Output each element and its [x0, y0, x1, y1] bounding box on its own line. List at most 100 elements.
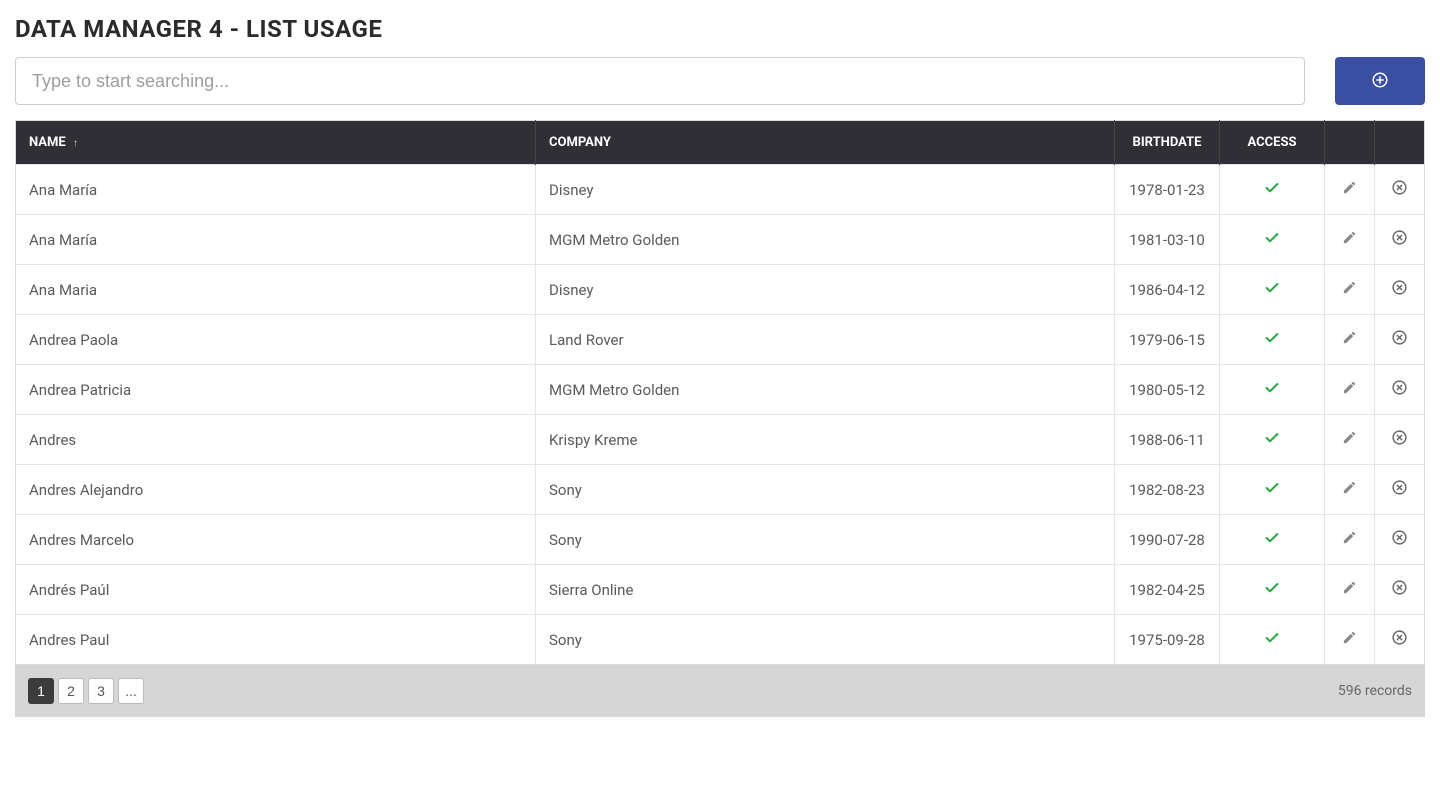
pencil-icon [1342, 631, 1357, 649]
cell-company: Sony [536, 615, 1115, 665]
search-input[interactable] [15, 57, 1305, 105]
table-row: Andres PaulSony1975-09-28 [16, 615, 1425, 665]
edit-button[interactable] [1325, 565, 1375, 615]
check-icon [1264, 282, 1280, 300]
x-circle-icon [1391, 232, 1408, 250]
cell-name: Andrea Paola [16, 315, 536, 365]
cell-access [1220, 615, 1325, 665]
page-button[interactable]: 3 [88, 678, 114, 704]
delete-button[interactable] [1375, 215, 1425, 265]
check-icon [1264, 232, 1280, 250]
column-label: Name [29, 135, 66, 150]
delete-button[interactable] [1375, 615, 1425, 665]
delete-button[interactable] [1375, 465, 1425, 515]
delete-button[interactable] [1375, 365, 1425, 415]
x-circle-icon [1391, 582, 1408, 600]
edit-button[interactable] [1325, 415, 1375, 465]
record-count: 596 records [1338, 683, 1412, 699]
cell-birthdate: 1979-06-15 [1115, 315, 1220, 365]
column-header-company[interactable]: Company [536, 121, 1115, 165]
edit-button[interactable] [1325, 315, 1375, 365]
table-row: Andres MarceloSony1990-07-28 [16, 515, 1425, 565]
cell-access [1220, 165, 1325, 215]
table-footer: 123... 596 records [15, 665, 1425, 717]
column-label: Company [549, 135, 611, 150]
table-row: Andrés PaúlSierra Online1982-04-25 [16, 565, 1425, 615]
cell-birthdate: 1990-07-28 [1115, 515, 1220, 565]
x-circle-icon [1391, 482, 1408, 500]
cell-name: Andrea Patricia [16, 365, 536, 415]
cell-birthdate: 1980-05-12 [1115, 365, 1220, 415]
cell-company: Disney [536, 165, 1115, 215]
pencil-icon [1342, 581, 1357, 599]
page-button[interactable]: 2 [58, 678, 84, 704]
cell-access [1220, 515, 1325, 565]
cell-access [1220, 565, 1325, 615]
pagination: 123... [28, 678, 144, 704]
plus-circle-icon [1371, 71, 1389, 92]
cell-name: Andrés Paúl [16, 565, 536, 615]
edit-button[interactable] [1325, 215, 1375, 265]
add-button[interactable] [1335, 57, 1425, 105]
column-header-birthdate[interactable]: Birthdate [1115, 121, 1220, 165]
pencil-icon [1342, 281, 1357, 299]
table-row: Ana MaríaMGM Metro Golden1981-03-10 [16, 215, 1425, 265]
page-button[interactable]: 1 [28, 678, 54, 704]
column-header-access[interactable]: Access [1220, 121, 1325, 165]
page-button[interactable]: ... [118, 678, 144, 704]
edit-button[interactable] [1325, 365, 1375, 415]
column-header-name[interactable]: Name ↑ [16, 121, 536, 165]
x-circle-icon [1391, 282, 1408, 300]
check-icon [1264, 432, 1280, 450]
cell-birthdate: 1982-04-25 [1115, 565, 1220, 615]
delete-button[interactable] [1375, 165, 1425, 215]
cell-birthdate: 1982-08-23 [1115, 465, 1220, 515]
cell-name: Ana Maria [16, 265, 536, 315]
cell-name: Ana María [16, 215, 536, 265]
cell-access [1220, 315, 1325, 365]
edit-button[interactable] [1325, 515, 1375, 565]
delete-button[interactable] [1375, 565, 1425, 615]
x-circle-icon [1391, 632, 1408, 650]
cell-name: Andres [16, 415, 536, 465]
x-circle-icon [1391, 382, 1408, 400]
delete-button[interactable] [1375, 315, 1425, 365]
column-header-edit [1325, 121, 1375, 165]
check-icon [1264, 532, 1280, 550]
cell-company: Land Rover [536, 315, 1115, 365]
pencil-icon [1342, 231, 1357, 249]
cell-birthdate: 1975-09-28 [1115, 615, 1220, 665]
delete-button[interactable] [1375, 515, 1425, 565]
column-label: Birthdate [1133, 135, 1202, 150]
cell-access [1220, 265, 1325, 315]
pencil-icon [1342, 531, 1357, 549]
edit-button[interactable] [1325, 465, 1375, 515]
pencil-icon [1342, 481, 1357, 499]
cell-name: Andres Paul [16, 615, 536, 665]
x-circle-icon [1391, 432, 1408, 450]
table-row: Andrea PatriciaMGM Metro Golden1980-05-1… [16, 365, 1425, 415]
check-icon [1264, 582, 1280, 600]
cell-birthdate: 1986-04-12 [1115, 265, 1220, 315]
cell-access [1220, 365, 1325, 415]
cell-company: Krispy Kreme [536, 415, 1115, 465]
pencil-icon [1342, 381, 1357, 399]
delete-button[interactable] [1375, 265, 1425, 315]
table-row: Ana MariaDisney1986-04-12 [16, 265, 1425, 315]
edit-button[interactable] [1325, 615, 1375, 665]
delete-button[interactable] [1375, 415, 1425, 465]
edit-button[interactable] [1325, 265, 1375, 315]
cell-name: Andres Alejandro [16, 465, 536, 515]
table-row: AndresKrispy Kreme1988-06-11 [16, 415, 1425, 465]
check-icon [1264, 182, 1280, 200]
x-circle-icon [1391, 532, 1408, 550]
table-row: Andrea PaolaLand Rover1979-06-15 [16, 315, 1425, 365]
cell-company: Sierra Online [536, 565, 1115, 615]
cell-name: Ana María [16, 165, 536, 215]
cell-company: MGM Metro Golden [536, 215, 1115, 265]
edit-button[interactable] [1325, 165, 1375, 215]
page-title: DATA MANAGER 4 - LIST USAGE [15, 15, 1425, 43]
cell-birthdate: 1988-06-11 [1115, 415, 1220, 465]
cell-access [1220, 215, 1325, 265]
cell-company: Sony [536, 515, 1115, 565]
